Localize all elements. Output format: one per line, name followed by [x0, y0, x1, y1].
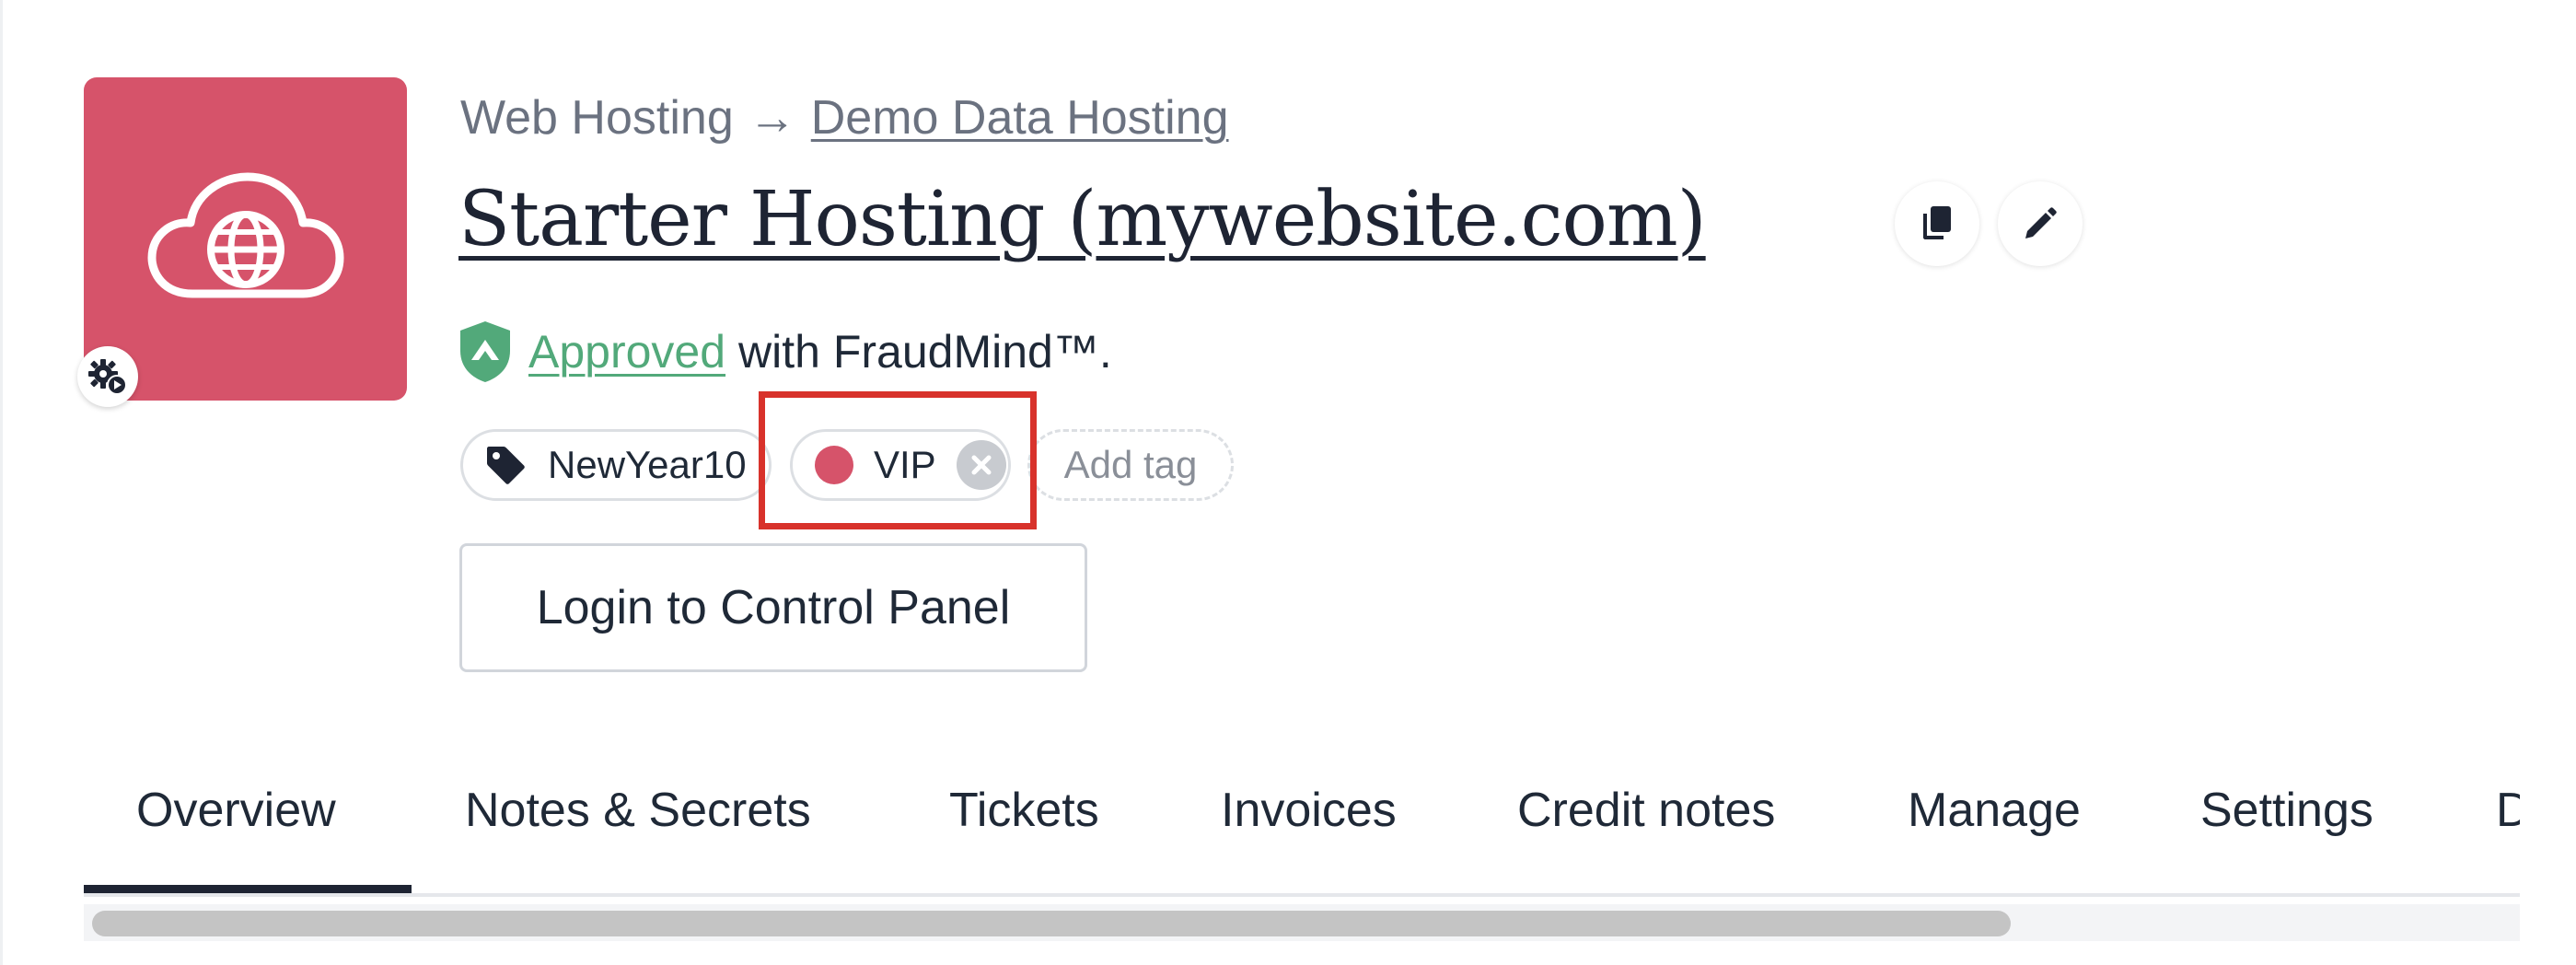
tab-notes-secrets[interactable]: Notes & Secrets: [465, 773, 811, 893]
remove-tag-button[interactable]: [956, 440, 1006, 490]
tag-label: NewYear10: [548, 443, 747, 486]
page-edge: [0, 0, 3, 965]
tab-more[interactable]: D: [2496, 773, 2520, 893]
remove-x-icon: [971, 455, 992, 475]
tag-icon: [487, 447, 525, 484]
breadcrumb-current-link[interactable]: Demo Data Hosting: [811, 91, 1229, 145]
breadcrumb-parent: Web Hosting: [460, 91, 734, 145]
tab-tickets[interactable]: Tickets: [949, 773, 1099, 893]
gear-play-icon[interactable]: [77, 346, 138, 407]
login-control-panel-button[interactable]: Login to Control Panel: [459, 543, 1087, 672]
tab-bar: Overview Notes & Secrets Tickets Invoice…: [84, 773, 2520, 899]
fraud-status: Approved with FraudMind™.: [457, 319, 1112, 385]
tab-invoices[interactable]: Invoices: [1221, 773, 1397, 893]
horizontal-scrollbar-thumb[interactable]: [92, 911, 2011, 936]
breadcrumb: Web Hosting → Demo Data Hosting: [460, 87, 1229, 148]
tag-vip[interactable]: VIP: [790, 429, 1011, 501]
copy-button[interactable]: [1895, 181, 1979, 266]
fraud-approved-link[interactable]: Approved: [528, 325, 725, 378]
add-tag-button[interactable]: Add tag: [1027, 429, 1234, 501]
pencil-icon: [2025, 207, 2057, 238]
copy-icon: [1923, 206, 1951, 239]
tab-manage[interactable]: Manage: [1908, 773, 2081, 893]
tab-overview[interactable]: Overview: [84, 773, 412, 893]
page-title[interactable]: Starter Hosting (mywebsite.com): [458, 176, 1707, 263]
tabs-divider: [84, 893, 2520, 897]
title-row: Starter Hosting (mywebsite.com): [458, 164, 1707, 274]
tab-settings[interactable]: Settings: [2200, 773, 2373, 893]
fraud-suffix: with FraudMind™.: [738, 326, 1112, 378]
tab-credit-notes[interactable]: Credit notes: [1517, 773, 1775, 893]
tag-label: VIP: [874, 443, 936, 486]
product-icon: [84, 77, 407, 401]
tag-newyear10[interactable]: NewYear10: [460, 429, 772, 501]
cloud-globe-icon: [147, 172, 344, 298]
breadcrumb-arrow-icon: →: [748, 91, 796, 145]
edit-button[interactable]: [1998, 181, 2083, 266]
shield-icon: [460, 321, 510, 382]
tag-color-dot: [815, 446, 853, 484]
